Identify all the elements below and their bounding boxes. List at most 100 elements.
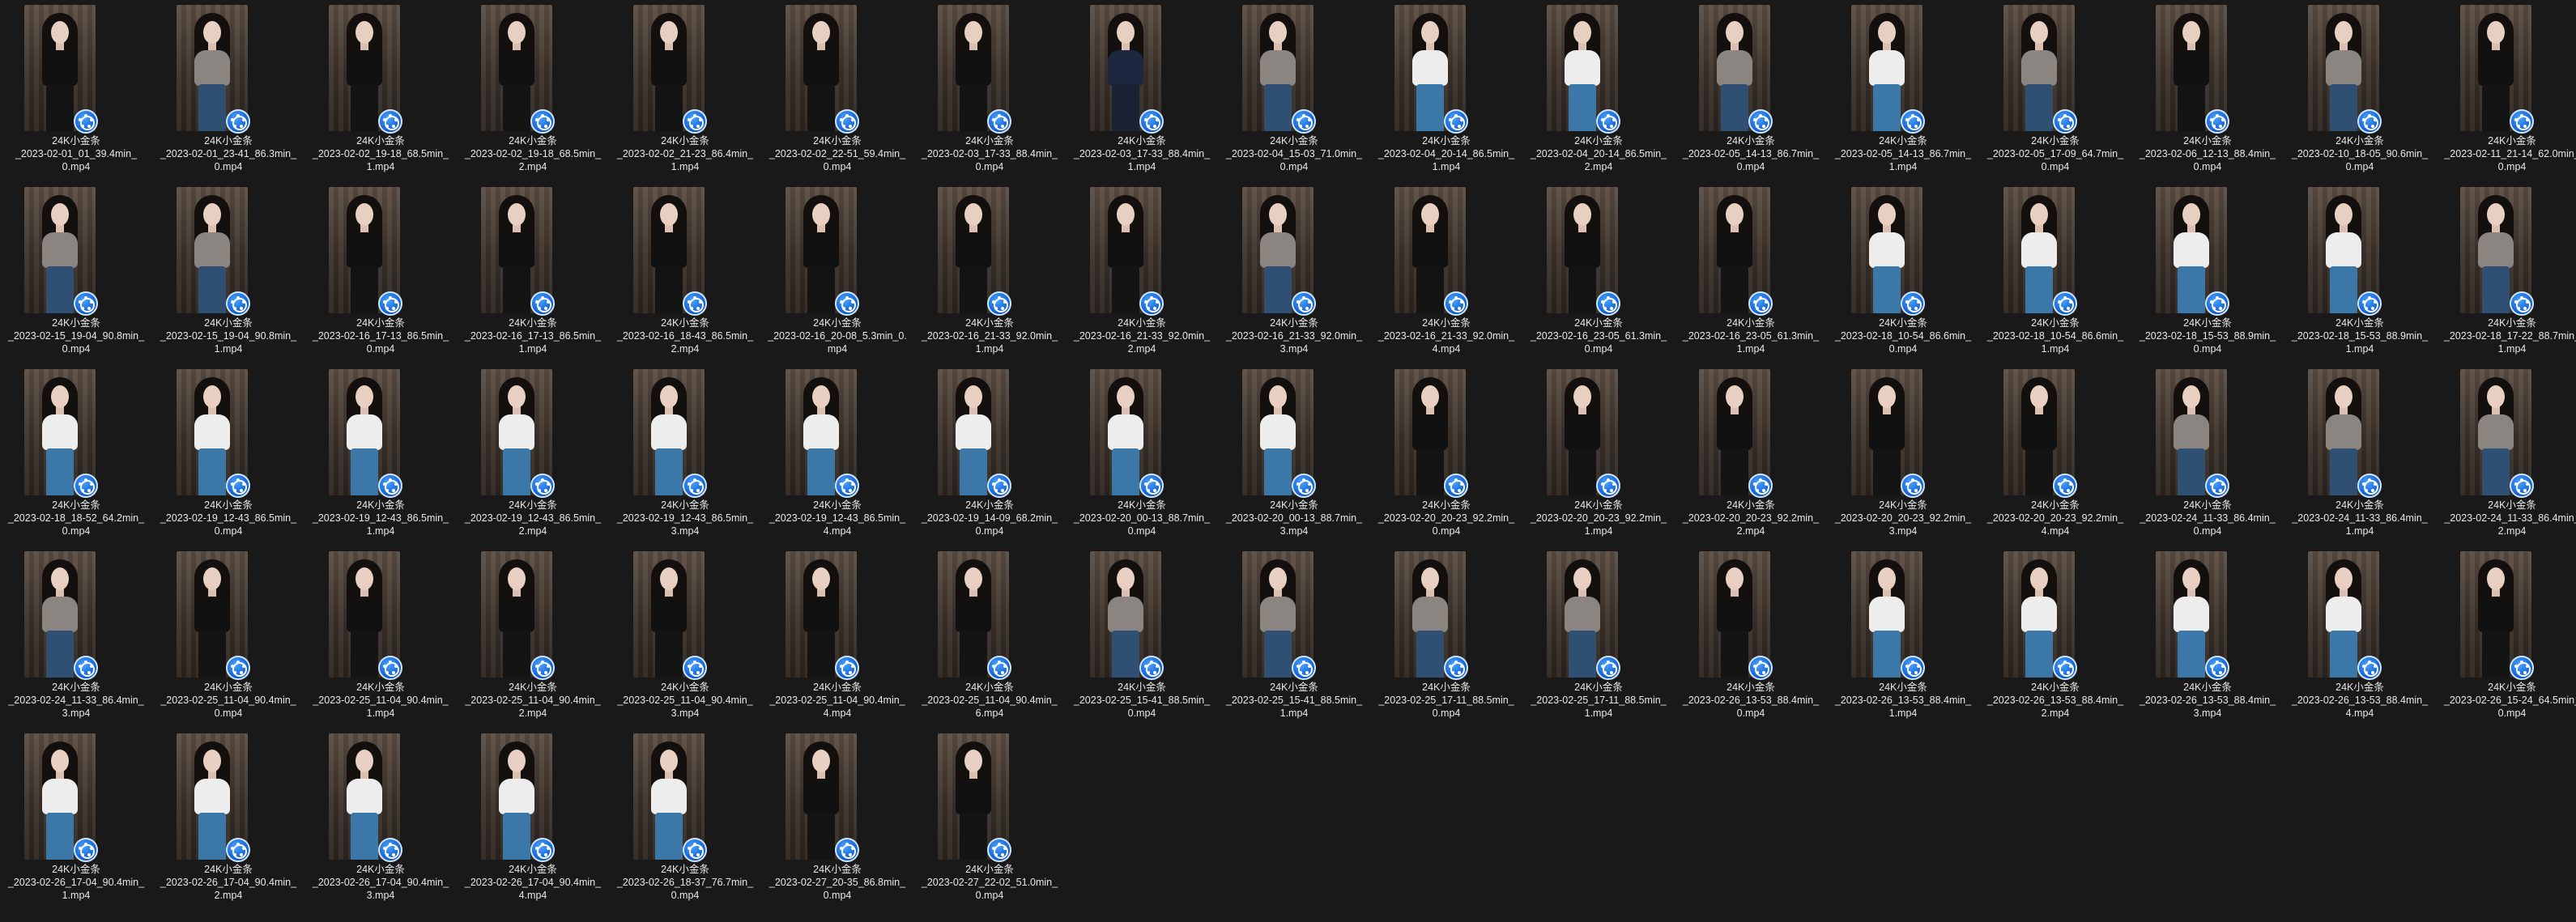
- video-file-item[interactable]: 24K小金条 _2023-02-20_00-13_88.7min_ 0.mp4: [1066, 364, 1218, 546]
- video-player-icon: [683, 109, 707, 134]
- video-file-item[interactable]: 24K小金条 _2023-02-26_18-37_76.7min_ 0.mp4: [609, 729, 761, 911]
- video-file-item[interactable]: 24K小金条 _2023-02-01_23-41_86.3min_ 0.mp4: [152, 0, 304, 182]
- video-file-item[interactable]: 24K小金条 _2023-02-25_15-41_88.5min_ 1.mp4: [1218, 546, 1370, 729]
- video-player-icon: [987, 109, 1011, 134]
- video-file-item[interactable]: 24K小金条 _2023-02-04_20-14_86.5min_ 2.mp4: [1522, 0, 1675, 182]
- video-file-item[interactable]: 24K小金条 _2023-02-27_20-35_86.8min_ 0.mp4: [761, 729, 913, 911]
- video-file-item[interactable]: 24K小金条 _2023-02-18_10-54_86.6min_ 0.mp4: [1827, 182, 1979, 364]
- video-file-item[interactable]: 24K小金条 _2023-02-10_18-05_90.6min_ 0.mp4: [2284, 0, 2436, 182]
- video-file-item[interactable]: 24K小金条 _2023-02-19_12-43_86.5min_ 2.mp4: [457, 364, 609, 546]
- video-file-item[interactable]: 24K小金条 _2023-02-25_11-04_90.4min_ 1.mp4: [304, 546, 457, 729]
- video-file-item[interactable]: 24K小金条 _2023-02-25_11-04_90.4min_ 2.mp4: [457, 546, 609, 729]
- file-name-line: 0.mp4: [823, 890, 852, 901]
- file-name-line: 1.mp4: [975, 343, 1004, 355]
- video-file-item[interactable]: 24K小金条 _2023-02-15_19-04_90.8min_ 1.mp4: [152, 182, 304, 364]
- video-file-item[interactable]: 24K小金条 _2023-02-26_13-53_88.4min_ 2.mp4: [1979, 546, 2131, 729]
- video-file-item[interactable]: 24K小金条 _2023-02-18_15-53_88.9min_ 0.mp4: [2131, 182, 2284, 364]
- video-file-item[interactable]: 24K小金条 _2023-02-25_15-41_88.5min_ 0.mp4: [1066, 546, 1218, 729]
- video-file-item[interactable]: 24K小金条 _2023-02-18_17-22_88.7min_ 1.mp4: [2436, 182, 2576, 364]
- file-name-line: 3.mp4: [62, 707, 91, 719]
- video-file-item[interactable]: 24K小金条 _2023-02-16_23-05_61.3min_ 1.mp4: [1675, 182, 1827, 364]
- video-file-item[interactable]: 24K小金条 _2023-02-25_11-04_90.4min_ 6.mp4: [913, 546, 1066, 729]
- video-player-icon: [378, 838, 402, 862]
- video-file-item[interactable]: 24K小金条 _2023-02-20_20-23_92.2min_ 3.mp4: [1827, 364, 1979, 546]
- video-file-item[interactable]: 24K小金条 _2023-02-15_19-04_90.8min_ 0.mp4: [0, 182, 152, 364]
- video-file-item[interactable]: 24K小金条 _2023-02-19_12-43_86.5min_ 1.mp4: [304, 364, 457, 546]
- video-file-item[interactable]: 24K小金条 _2023-02-18_15-53_88.9min_ 1.mp4: [2284, 182, 2436, 364]
- file-name-line: _2023-02-26_13-53_88.4min_: [1682, 695, 1820, 706]
- video-file-item[interactable]: 24K小金条 _2023-02-20_20-23_92.2min_ 4.mp4: [1979, 364, 2131, 546]
- video-player-icon: [683, 291, 707, 316]
- file-name-line: 24K小金条: [813, 864, 862, 875]
- file-name-line: 24K小金条: [1574, 135, 1623, 147]
- video-file-item[interactable]: 24K小金条 _2023-02-11_21-14_62.0min_ 0.mp4: [2436, 0, 2576, 182]
- video-file-item[interactable]: 24K小金条 _2023-02-05_14-13_86.7min_ 0.mp4: [1675, 0, 1827, 182]
- video-file-item[interactable]: 24K小金条 _2023-02-19_12-43_86.5min_ 3.mp4: [609, 364, 761, 546]
- video-file-item[interactable]: 24K小金条 _2023-02-02_19-18_68.5min_ 2.mp4: [457, 0, 609, 182]
- video-file-item[interactable]: 24K小金条 _2023-02-25_17-11_88.5min_ 1.mp4: [1522, 546, 1675, 729]
- video-file-item[interactable]: 24K小金条 _2023-02-16_20-08_5.3min_0. mp4: [761, 182, 913, 364]
- file-name-label: 24K小金条 _2023-02-05_17-09_64.7min_ 0.mp4: [1979, 134, 2131, 173]
- video-file-item[interactable]: 24K小金条 _2023-02-25_11-04_90.4min_ 4.mp4: [761, 546, 913, 729]
- video-file-item[interactable]: 24K小金条 _2023-02-26_13-53_88.4min_ 0.mp4: [1675, 546, 1827, 729]
- video-file-item[interactable]: 24K小金条 _2023-02-26_13-53_88.4min_ 1.mp4: [1827, 546, 1979, 729]
- video-file-item[interactable]: 24K小金条 _2023-02-24_11-33_86.4min_ 0.mp4: [2131, 364, 2284, 546]
- video-file-item[interactable]: 24K小金条 _2023-02-25_11-04_90.4min_ 3.mp4: [609, 546, 761, 729]
- video-file-item[interactable]: 24K小金条 _2023-02-16_21-33_92.0min_ 1.mp4: [913, 182, 1066, 364]
- file-name-label: 24K小金条 _2023-02-20_20-23_92.2min_ 4.mp4: [1979, 499, 2131, 537]
- video-file-item[interactable]: 24K小金条 _2023-02-26_17-04_90.4min_ 2.mp4: [152, 729, 304, 911]
- video-file-item[interactable]: 24K小金条 _2023-02-24_11-33_86.4min_ 3.mp4: [0, 546, 152, 729]
- file-name-line: _2023-02-24_11-33_86.4min_: [2140, 512, 2276, 524]
- video-file-item[interactable]: 24K小金条 _2023-02-03_17-33_88.4min_ 1.mp4: [1066, 0, 1218, 182]
- video-file-item[interactable]: 24K小金条 _2023-02-03_17-33_88.4min_ 0.mp4: [913, 0, 1066, 182]
- video-file-item[interactable]: 24K小金条 _2023-02-05_14-13_86.7min_ 1.mp4: [1827, 0, 1979, 182]
- video-file-item[interactable]: 24K小金条 _2023-02-04_20-14_86.5min_ 1.mp4: [1370, 0, 1522, 182]
- video-file-item[interactable]: 24K小金条 _2023-02-05_17-09_64.7min_ 0.mp4: [1979, 0, 2131, 182]
- video-file-item[interactable]: 24K小金条 _2023-02-16_21-33_92.0min_ 3.mp4: [1218, 182, 1370, 364]
- video-file-item[interactable]: 24K小金条 _2023-02-20_20-23_92.2min_ 1.mp4: [1522, 364, 1675, 546]
- video-file-item[interactable]: 24K小金条 _2023-02-26_17-04_90.4min_ 1.mp4: [0, 729, 152, 911]
- video-file-item[interactable]: 24K小金条 _2023-02-20_20-23_92.2min_ 2.mp4: [1675, 364, 1827, 546]
- video-file-item[interactable]: 24K小金条 _2023-02-26_13-53_88.4min_ 3.mp4: [2131, 546, 2284, 729]
- video-file-item[interactable]: 24K小金条 _2023-02-19_14-09_68.2min_ 0.mp4: [913, 364, 1066, 546]
- video-file-item[interactable]: 24K小金条 _2023-02-20_20-23_92.2min_ 0.mp4: [1370, 364, 1522, 546]
- video-file-item[interactable]: 24K小金条 _2023-02-16_21-33_92.0min_ 4.mp4: [1370, 182, 1522, 364]
- video-file-item[interactable]: 24K小金条 _2023-02-26_17-04_90.4min_ 3.mp4: [304, 729, 457, 911]
- video-player-icon: [2357, 291, 2382, 316]
- file-name-line: 3.mp4: [2193, 707, 2222, 719]
- file-name-line: _2023-02-01_01_39.4min_: [15, 148, 138, 159]
- video-file-item[interactable]: 24K小金条 _2023-02-27_22-02_51.0min_ 0.mp4: [913, 729, 1066, 911]
- video-file-item[interactable]: 24K小金条 _2023-02-16_23-05_61.3min_ 0.mp4: [1522, 182, 1675, 364]
- video-file-item[interactable]: 24K小金条 _2023-02-18_10-54_86.6min_ 1.mp4: [1979, 182, 2131, 364]
- video-file-item[interactable]: 24K小金条 _2023-02-19_12-43_86.5min_ 4.mp4: [761, 364, 913, 546]
- video-file-item[interactable]: 24K小金条 _2023-02-02_21-23_86.4min_ 1.mp4: [609, 0, 761, 182]
- video-file-item[interactable]: 24K小金条 _2023-02-26_13-53_88.4min_ 4.mp4: [2284, 546, 2436, 729]
- video-file-item[interactable]: 24K小金条 _2023-02-25_17-11_88.5min_ 0.mp4: [1370, 546, 1522, 729]
- video-file-item[interactable]: 24K小金条 _2023-02-16_17-13_86.5min_ 1.mp4: [457, 182, 609, 364]
- video-file-item[interactable]: 24K小金条 _2023-02-16_17-13_86.5min_ 0.mp4: [304, 182, 457, 364]
- video-player-icon: [530, 838, 555, 862]
- video-file-item[interactable]: 24K小金条 _2023-02-02_19-18_68.5min_ 1.mp4: [304, 0, 457, 182]
- file-name-line: _2023-02-26_17-04_90.4min_: [7, 877, 145, 888]
- video-file-item[interactable]: 24K小金条 _2023-02-20_00-13_88.7min_ 3.mp4: [1218, 364, 1370, 546]
- file-name-line: _2023-02-10_18-05_90.6min_: [2291, 148, 2429, 159]
- file-name-line: 0.mp4: [1888, 343, 1918, 355]
- video-file-item[interactable]: 24K小金条 _2023-02-04_15-03_71.0min_ 0.mp4: [1218, 0, 1370, 182]
- file-name-line: _2023-02-16_17-13_86.5min_: [312, 330, 449, 342]
- file-name-line: _2023-02-26_17-04_90.4min_: [464, 877, 602, 888]
- video-file-item[interactable]: 24K小金条 _2023-02-01_01_39.4min_ 0.mp4: [0, 0, 152, 182]
- video-file-item[interactable]: 24K小金条 _2023-02-16_18-43_86.5min_ 2.mp4: [609, 182, 761, 364]
- file-name-line: 4.mp4: [823, 525, 852, 537]
- video-file-item[interactable]: 24K小金条 _2023-02-24_11-33_86.4min_ 2.mp4: [2436, 364, 2576, 546]
- video-player-icon: [530, 474, 555, 498]
- video-file-item[interactable]: 24K小金条 _2023-02-19_12-43_86.5min_ 0.mp4: [152, 364, 304, 546]
- video-file-item[interactable]: 24K小金条 _2023-02-26_17-04_90.4min_ 4.mp4: [457, 729, 609, 911]
- video-player-icon: [1901, 291, 1925, 316]
- video-file-item[interactable]: 24K小金条 _2023-02-26_15-24_64.5min_ 0.mp4: [2436, 546, 2576, 729]
- video-file-item[interactable]: 24K小金条 _2023-02-18_18-52_64.2min_ 0.mp4: [0, 364, 152, 546]
- video-file-item[interactable]: 24K小金条 _2023-02-25_11-04_90.4min_ 0.mp4: [152, 546, 304, 729]
- video-file-item[interactable]: 24K小金条 _2023-02-24_11-33_86.4min_ 1.mp4: [2284, 364, 2436, 546]
- video-file-item[interactable]: 24K小金条 _2023-02-06_12-13_88.4min_ 0.mp4: [2131, 0, 2284, 182]
- video-file-item[interactable]: 24K小金条 _2023-02-16_21-33_92.0min_ 2.mp4: [1066, 182, 1218, 364]
- video-file-item[interactable]: 24K小金条 _2023-02-02_22-51_59.4min_ 0.mp4: [761, 0, 913, 182]
